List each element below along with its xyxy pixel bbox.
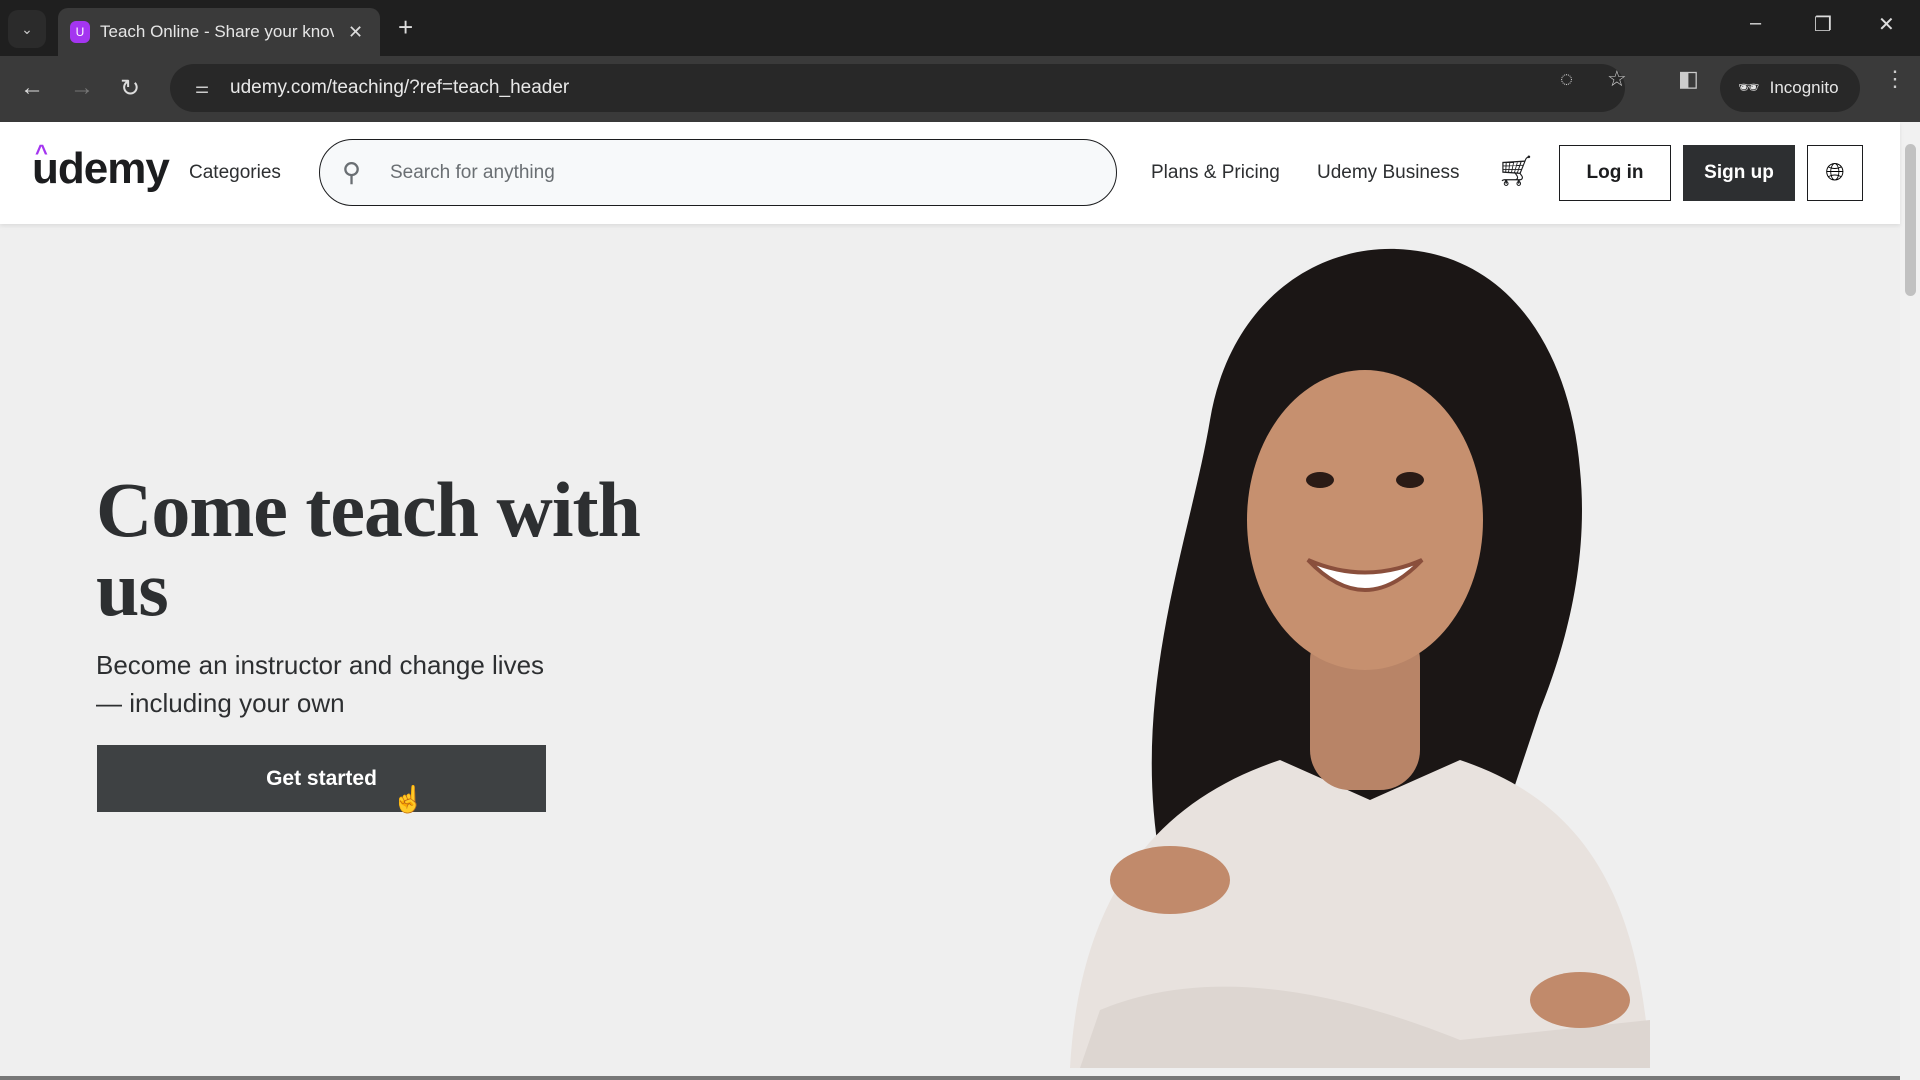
- horizontal-scrollbar[interactable]: [0, 1076, 1900, 1080]
- incognito-icon: 🕶: [1738, 78, 1760, 97]
- tab-search-button[interactable]: ⌄: [8, 10, 46, 48]
- language-globe-icon[interactable]: 🌐︎: [1807, 145, 1863, 201]
- search-icon[interactable]: ⚲: [342, 157, 378, 188]
- tab-title: Teach Online - Share your knov: [100, 22, 334, 41]
- eye-off-icon[interactable]: ◌: [1560, 66, 1573, 92]
- site-header: ^udemy Categories ⚲ Plans & Pricing Udem…: [0, 122, 1900, 224]
- menu-icon[interactable]: ⋮: [1884, 66, 1906, 92]
- instructor-photo: [1070, 248, 1650, 1068]
- back-icon[interactable]: ←: [20, 74, 44, 102]
- url-text[interactable]: udemy.com/teaching/?ref=teach_header: [230, 77, 569, 99]
- site-info-icon[interactable]: ⚌: [182, 78, 222, 98]
- incognito-label: Incognito: [1769, 78, 1839, 97]
- hand: [1530, 972, 1630, 1028]
- incognito-indicator[interactable]: 🕶 Incognito: [1720, 64, 1860, 112]
- close-tab-icon[interactable]: ✕: [348, 22, 363, 43]
- minimize-icon[interactable]: –: [1750, 12, 1761, 35]
- login-button[interactable]: Log in: [1559, 145, 1671, 201]
- address-bar[interactable]: ⚌ udemy.com/teaching/?ref=teach_header: [170, 64, 1625, 112]
- forward-icon[interactable]: →: [70, 74, 94, 102]
- logo-text: udemy: [32, 144, 170, 193]
- udemy-logo[interactable]: ^ udemy: [32, 140, 170, 194]
- get-started-button[interactable]: Get started: [97, 745, 546, 812]
- search-input[interactable]: [390, 161, 1070, 184]
- side-panel-icon[interactable]: ◧: [1678, 66, 1699, 92]
- reload-icon[interactable]: ↻: [120, 74, 140, 103]
- restore-icon[interactable]: ❐: [1814, 12, 1832, 37]
- logo-hat-icon: ^: [35, 140, 48, 165]
- star-icon[interactable]: ☆: [1607, 66, 1627, 92]
- hero-subtitle: Become an instructor and change lives — …: [96, 650, 545, 718]
- vertical-scrollbar[interactable]: [1900, 122, 1920, 1080]
- signup-button[interactable]: Sign up: [1683, 145, 1795, 201]
- cart-icon[interactable]: 🛒︎: [1497, 154, 1535, 189]
- plans-pricing-link[interactable]: Plans & Pricing: [1151, 162, 1280, 184]
- udemy-business-link[interactable]: Udemy Business: [1317, 162, 1460, 184]
- browser-tab[interactable]: U Teach Online - Share your knov ✕: [58, 8, 380, 56]
- udemy-favicon-icon: U: [70, 21, 90, 43]
- close-window-icon[interactable]: ✕: [1878, 12, 1895, 37]
- hand: [1110, 846, 1230, 914]
- face: [1247, 370, 1483, 670]
- hand-cursor-icon: ☝: [392, 784, 425, 814]
- browser-tab-bar: ⌄ U Teach Online - Share your knov ✕ + –…: [0, 0, 1920, 56]
- hero-title: Come teach with us: [96, 466, 641, 632]
- new-tab-icon[interactable]: +: [398, 12, 413, 43]
- categories-link[interactable]: Categories: [189, 162, 281, 184]
- scrollbar-thumb[interactable]: [1905, 144, 1916, 296]
- search-bar[interactable]: ⚲: [319, 139, 1117, 206]
- browser-toolbar: ← → ↻ ⚌ udemy.com/teaching/?ref=teach_he…: [0, 56, 1920, 122]
